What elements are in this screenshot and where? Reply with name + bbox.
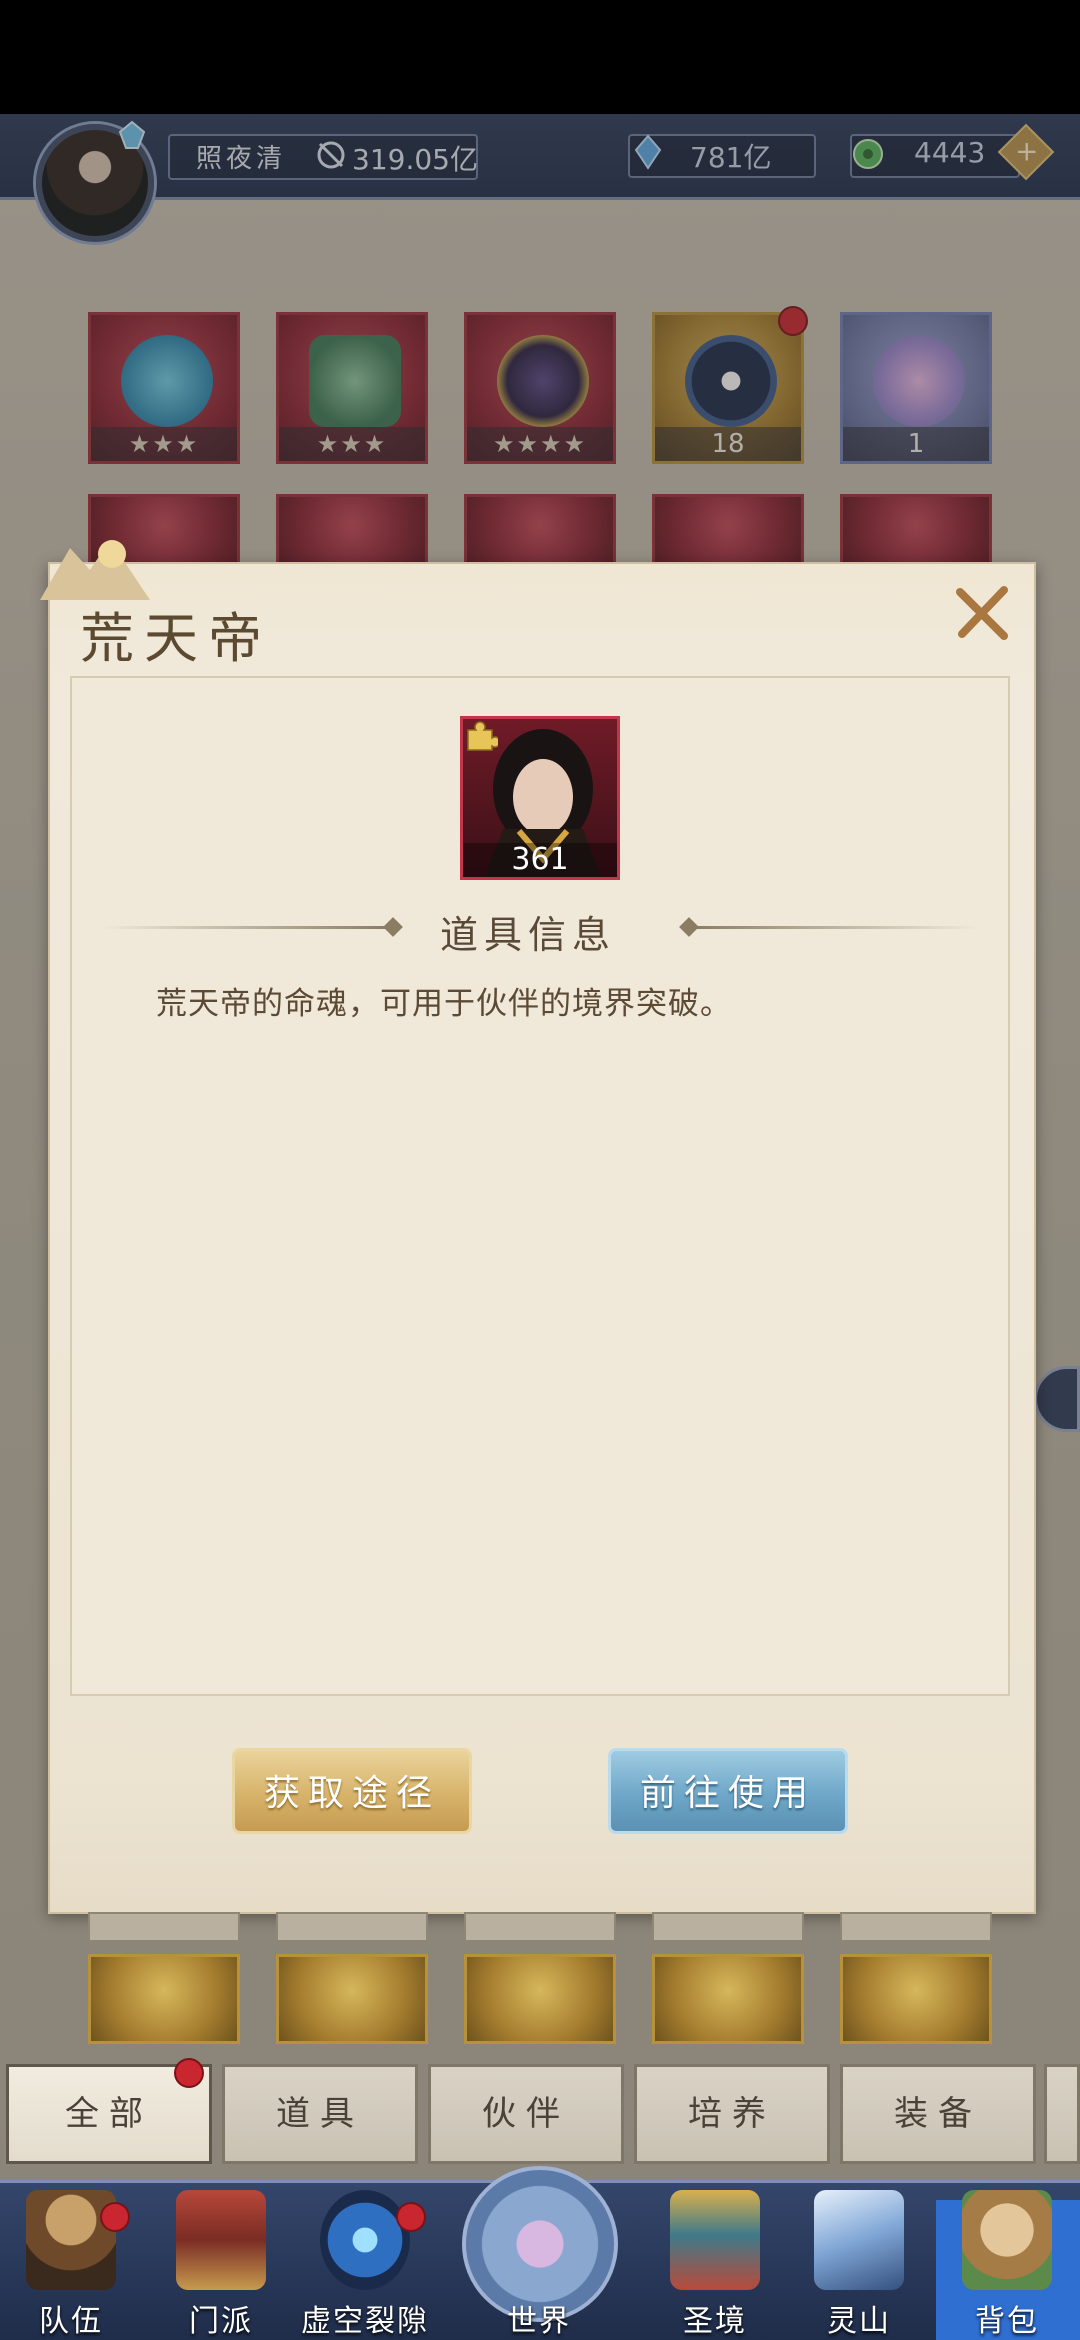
obtain-method-button[interactable]: 获取途径 [232, 1748, 472, 1834]
tab-more[interactable] [1044, 2064, 1080, 2164]
tab-equipment[interactable]: 装备 [840, 2064, 1036, 2164]
slot-footer [464, 1912, 616, 1942]
item-description: 荒天帝的命魂，可用于伙伴的境界突破。 [156, 986, 732, 1022]
close-icon[interactable] [950, 580, 1014, 644]
divider-right [690, 926, 980, 929]
tab-items[interactable]: 道具 [222, 2064, 418, 2164]
inventory-slot[interactable] [88, 1954, 240, 2044]
mountain-icon [814, 2190, 904, 2290]
rift-icon [320, 2190, 410, 2290]
slot-footer [840, 1912, 992, 1942]
mountain-decoration-icon [40, 540, 150, 600]
inventory-slot[interactable] [652, 1954, 804, 2044]
inventory-slot[interactable] [276, 1954, 428, 2044]
item-count: 361 [463, 843, 617, 877]
inventory-slot[interactable] [840, 1954, 992, 2044]
tab-badge [176, 2060, 202, 2086]
holy-land-icon [670, 2190, 760, 2290]
fragment-icon [467, 721, 498, 751]
go-use-button[interactable]: 前往使用 [608, 1748, 848, 1834]
team-icon [26, 2190, 116, 2290]
nav-badge [398, 2204, 424, 2230]
nav-spirit-mountain[interactable]: 灵山 [794, 2190, 924, 2340]
nav-backpack[interactable]: 背包 [942, 2190, 1072, 2340]
backpack-icon [962, 2190, 1052, 2290]
nav-badge [102, 2204, 128, 2230]
status-bar [0, 0, 1080, 114]
slot-footer [652, 1912, 804, 1942]
nav-sect[interactable]: 门派 [156, 2190, 286, 2340]
divider-left [100, 926, 390, 929]
inventory-slot[interactable] [464, 1954, 616, 2044]
slot-footer [88, 1912, 240, 1942]
slot-footer [276, 1912, 428, 1942]
section-title: 道具信息 [440, 913, 617, 957]
tab-cultivate[interactable]: 培养 [634, 2064, 830, 2164]
sect-icon [176, 2190, 266, 2290]
nav-world[interactable]: 世界 [474, 2190, 604, 2340]
tab-partners[interactable]: 伙伴 [428, 2064, 624, 2164]
dialog-title: 荒天帝 [80, 607, 272, 670]
nav-holy-land[interactable]: 圣境 [650, 2190, 780, 2340]
